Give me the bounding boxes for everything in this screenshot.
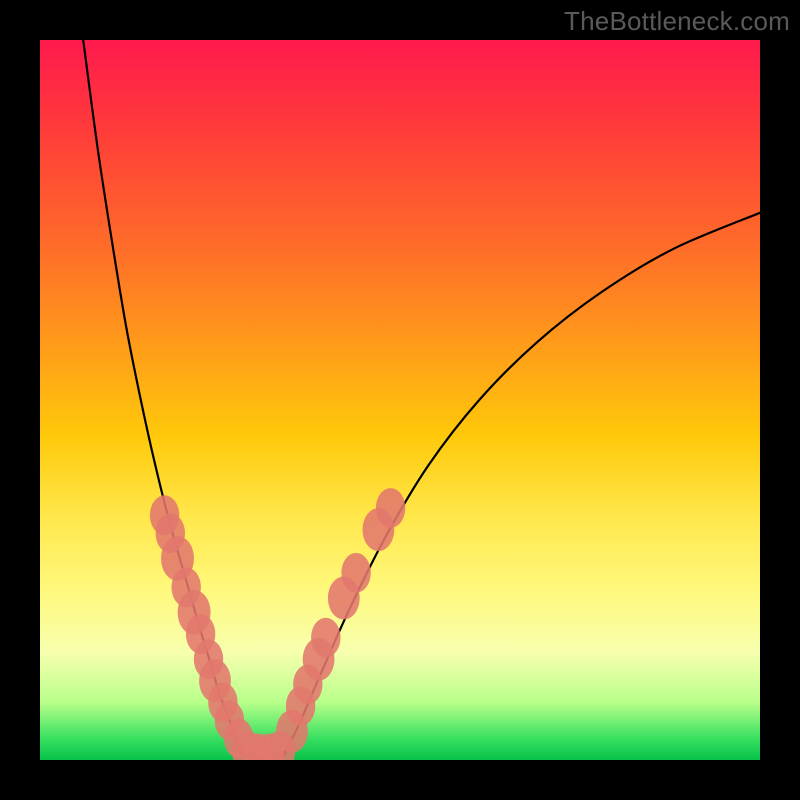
data-marker <box>376 488 405 528</box>
marker-group <box>150 488 405 760</box>
chart-svg <box>40 40 760 760</box>
chart-frame: TheBottleneck.com <box>0 0 800 800</box>
data-marker <box>341 553 370 593</box>
bottleneck-curve <box>83 40 760 759</box>
plot-area <box>40 40 760 760</box>
data-marker <box>311 618 340 658</box>
watermark-text: TheBottleneck.com <box>564 6 790 37</box>
